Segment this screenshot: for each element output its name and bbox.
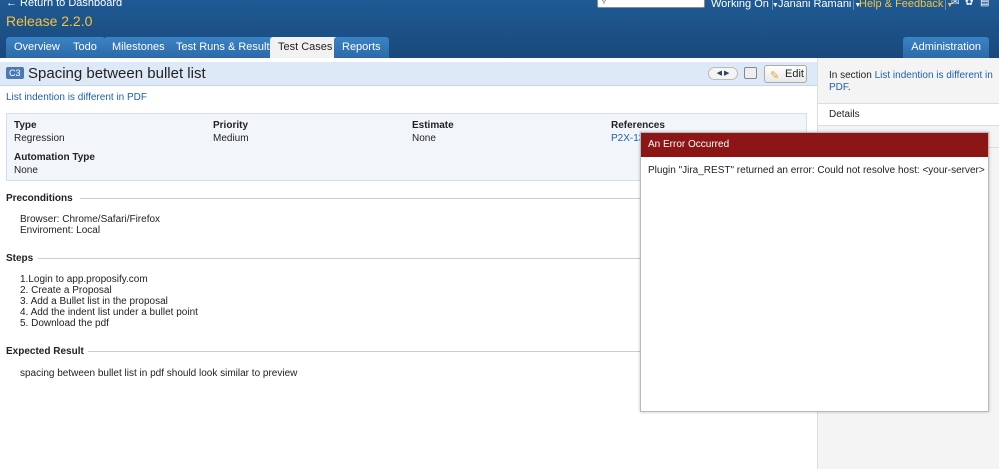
case-id-badge: C3 [6,67,24,79]
case-title-bar: C3 Spacing between bullet list ◀ ▶ ✎ Edi… [0,62,817,86]
tab-test-runs-results[interactable]: Test Runs & Results [168,37,284,58]
mail-icon[interactable]: ✉ [951,0,961,8]
user-name: Janani Ramani [778,0,852,10]
divider [853,0,854,10]
release-title[interactable]: Release 2.2.0 [6,13,92,29]
priority-value: Medium [213,133,249,144]
help-feedback-menu[interactable]: Help & Feedback ▼ [859,0,953,10]
priority-label: Priority [213,120,249,131]
search-icon: ⚲ [601,0,607,5]
type-value: Regression [14,133,65,144]
search-input[interactable]: ⚲ [597,0,705,8]
step-line: 2. Create a Proposal [20,285,112,296]
divider [945,0,946,10]
expected-result-heading: Expected Result [6,346,84,357]
printer-icon[interactable] [744,67,757,79]
steps-heading: Steps [6,253,34,264]
step-line: 5. Download the pdf [20,318,109,329]
sidebar-tab-details[interactable]: Details [818,103,999,125]
section-link[interactable]: List indention is different in PDF [6,92,147,103]
preconditions-heading: Preconditions [6,193,73,204]
tab-overview[interactable]: Overview [6,37,68,58]
divider [772,0,773,10]
step-line: 4. Add the indent list under a bullet po… [20,307,198,318]
prev-next-pager[interactable]: ◀ ▶ [708,67,738,80]
working-on-menu[interactable]: Working On ▼ [711,0,779,10]
help-label: Help & Feedback [859,0,944,10]
error-dialog: An Error Occurred Plugin "Jira_REST" ret… [640,132,989,412]
estimate-label: Estimate [412,120,454,131]
error-dialog-title: An Error Occurred [641,133,988,157]
tab-todo[interactable]: Todo [65,37,105,58]
expected-result-body: spacing between bullet list in pdf shoul… [20,368,297,379]
divider [38,258,640,259]
divider [88,351,640,352]
tab-test-cases[interactable]: Test Cases [270,37,341,58]
in-section-suffix: . [847,82,851,93]
steps-body: 1.Login to app.proposify.com 2. Create a… [20,274,198,329]
pencil-icon: ✎ [770,70,780,82]
user-menu[interactable]: Janani Ramani ▼ [778,0,861,10]
in-section-label: In section [829,70,872,81]
step-line: 1.Login to app.proposify.com [20,274,148,285]
divider [80,198,640,199]
expected-result-line: spacing between bullet list in pdf shoul… [20,368,298,379]
tab-milestones[interactable]: Milestones [104,37,173,58]
automation-type-label: Automation Type [14,152,95,163]
references-label: References [611,120,665,131]
return-to-dashboard-link[interactable]: ← Return to Dashboard [6,0,122,9]
edit-label: Edit [785,68,804,80]
top-header: ← Return to Dashboard Release 2.2.0 ⚲ Wo… [0,0,999,58]
precondition-line: Enviroment: Local [20,225,101,236]
working-on-label: Working On [711,0,769,10]
sidebar-section-info: In section List indention is different i… [829,70,994,94]
tab-administration[interactable]: Administration [903,37,989,58]
step-line: 3. Add a Bullet list in the proposal [20,296,168,307]
error-message: Plugin "Jira_REST" returned an error: Co… [648,165,985,176]
preconditions-body: Browser: Chrome/Safari/Firefox Enviromen… [20,214,160,236]
tab-reports[interactable]: Reports [334,37,389,58]
type-label: Type [14,120,37,131]
estimate-value: None [412,133,436,144]
twitter-icon[interactable]: ✿ [965,0,975,8]
rss-icon[interactable]: ▤ [980,0,990,8]
automation-type-value: None [14,165,38,176]
edit-button[interactable]: ✎ Edit [764,65,807,83]
page-title: Spacing between bullet list [28,65,206,82]
precondition-line: Browser: Chrome/Safari/Firefox [20,214,161,225]
